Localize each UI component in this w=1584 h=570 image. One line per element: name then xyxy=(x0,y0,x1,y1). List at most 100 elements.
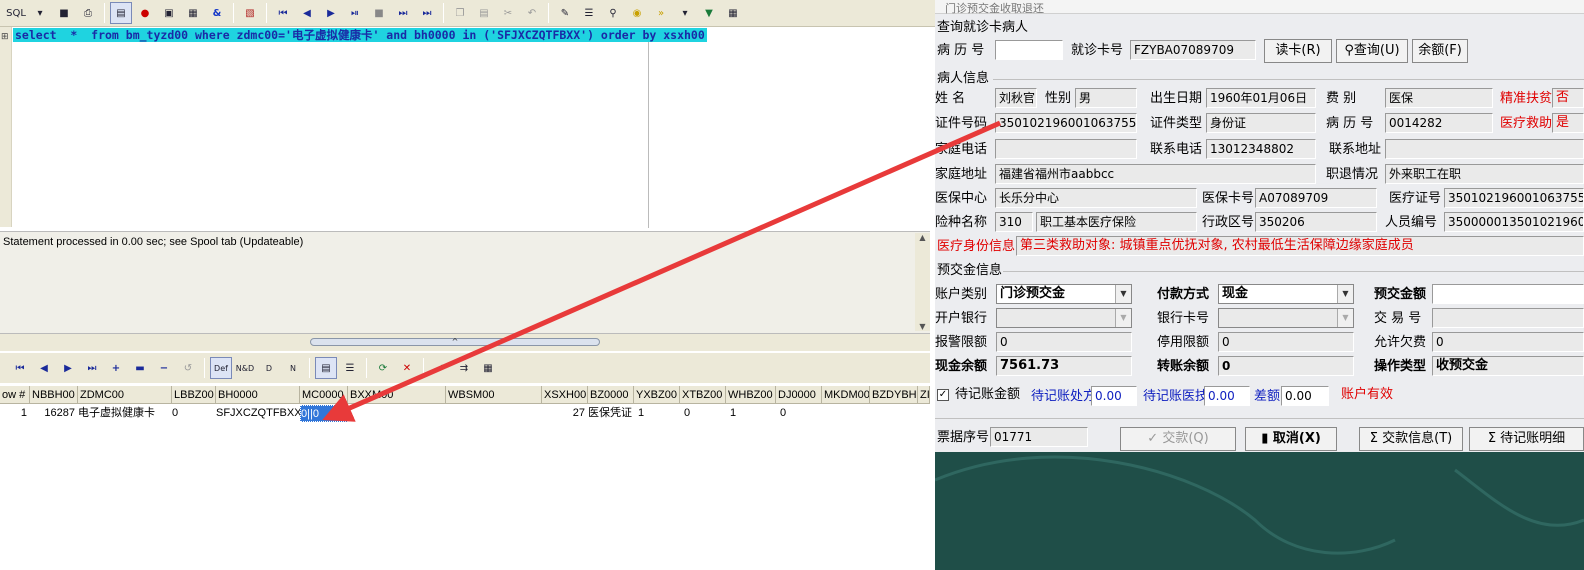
grid-cell[interactable]: 1 xyxy=(726,405,776,422)
column-header[interactable]: BZ0000 xyxy=(588,386,634,404)
column-header[interactable]: WBSM00 xyxy=(446,386,542,404)
commit-icon[interactable]: ▦ xyxy=(182,2,204,24)
nd-icon[interactable]: N&D xyxy=(234,357,256,379)
output-scrollbar[interactable]: ▲ ▼ xyxy=(915,233,930,331)
chevron-down-icon[interactable]: ▼ xyxy=(1115,285,1131,303)
grid-cell[interactable] xyxy=(446,405,542,422)
splitter-handle[interactable]: ^ xyxy=(310,338,600,346)
form-view-icon[interactable]: ☰ xyxy=(339,357,361,379)
column-header[interactable]: ZI xyxy=(918,386,930,404)
column-header[interactable]: ZDMC00 xyxy=(78,386,172,404)
ampersand-icon[interactable]: & xyxy=(206,2,228,24)
save-icon[interactable]: ■ xyxy=(53,2,75,24)
bankcard-select[interactable]: ▼ xyxy=(1218,308,1354,328)
d-icon[interactable]: D xyxy=(258,357,280,379)
cancel-button[interactable]: ▮ 取消(X) xyxy=(1245,427,1337,451)
grid-cell[interactable]: 1 xyxy=(634,405,680,422)
n-icon[interactable]: N xyxy=(282,357,304,379)
next-icon[interactable]: ⏭ xyxy=(392,2,414,24)
balance-button[interactable]: 余额(F) xyxy=(1412,39,1468,63)
clear-icon[interactable]: ✕ xyxy=(396,357,418,379)
bank-select[interactable]: ▼ xyxy=(996,308,1132,328)
column-header[interactable]: DJ0000 xyxy=(776,386,822,404)
mrn-input[interactable] xyxy=(995,40,1063,60)
column-header[interactable]: MC0000 xyxy=(300,386,348,404)
sql-statement[interactable]: select * from bm_tyzd00 where zdmc00='电子… xyxy=(13,28,707,42)
grid-cell[interactable]: 医保凭证 xyxy=(588,405,634,422)
grid-view-icon[interactable]: ▤ xyxy=(315,357,337,379)
column-header[interactable]: BXXM00 xyxy=(348,386,446,404)
dropdown-icon[interactable]: ▾ xyxy=(29,2,51,24)
revert-icon[interactable]: ↺ xyxy=(177,357,199,379)
chevron-down-icon[interactable]: ▼ xyxy=(1115,309,1131,327)
play-icon[interactable]: ▶ xyxy=(320,2,342,24)
query-button[interactable]: ⚲查询(U) xyxy=(1336,39,1408,63)
binocular-icon[interactable]: ⚲ xyxy=(602,2,624,24)
cut-icon[interactable]: ✂ xyxy=(497,2,519,24)
pending-detail-button[interactable]: Σ 待记账明细 xyxy=(1469,427,1584,451)
column-header[interactable]: BZDYBH xyxy=(870,386,918,404)
pending-tech-field[interactable]: 0.00 xyxy=(1204,386,1250,406)
insert-record-icon[interactable]: + xyxy=(105,357,127,379)
pending-checkbox[interactable]: ✓ xyxy=(937,389,949,401)
grid-cell[interactable]: 16287 xyxy=(30,405,78,422)
table-icon[interactable]: ▦ xyxy=(477,357,499,379)
grid-cell[interactable]: 电子虚拟健康卡 xyxy=(78,405,172,422)
grid-cell[interactable]: 1 xyxy=(0,405,30,422)
last-icon[interactable]: ⏭ xyxy=(416,2,438,24)
print-icon[interactable]: ⎙ xyxy=(77,2,99,24)
column-header[interactable]: NBBH00 xyxy=(30,386,78,404)
chevron-down-icon[interactable]: ▼ xyxy=(1337,285,1353,303)
column-header[interactable]: MKDM00 xyxy=(822,386,870,404)
brush-icon[interactable]: ✎ xyxy=(554,2,576,24)
sql-icon[interactable]: SQL xyxy=(5,2,27,24)
undo-icon[interactable]: ↶ xyxy=(521,2,543,24)
column-header[interactable]: LBBZ00 xyxy=(172,386,216,404)
spool-icon[interactable]: ▧ xyxy=(239,2,261,24)
post-record-icon[interactable]: ▬ xyxy=(129,357,151,379)
column-header[interactable]: XTBZ00 xyxy=(680,386,726,404)
dropdown-icon[interactable]: ▾ xyxy=(674,2,696,24)
list-icon[interactable]: ☰ xyxy=(578,2,600,24)
export-icon[interactable]: ⇉ xyxy=(453,357,475,379)
bulb-icon[interactable]: ◉ xyxy=(626,2,648,24)
read-card-button[interactable]: 读卡(R) xyxy=(1264,39,1332,63)
last-record-icon[interactable]: ⏭ xyxy=(81,357,103,379)
card-input[interactable]: FZYBA07089709 xyxy=(1130,40,1256,60)
delete-record-icon[interactable]: − xyxy=(153,357,175,379)
grid-cell[interactable]: 0 xyxy=(776,405,822,422)
next-record-icon[interactable]: ▶ xyxy=(57,357,79,379)
execute-icon[interactable]: ▤ xyxy=(110,2,132,24)
sql-editor[interactable] xyxy=(0,27,930,227)
paytype-select[interactable]: 现金 ▼ xyxy=(1218,284,1354,304)
column-header[interactable]: XSXH00 xyxy=(542,386,588,404)
def-icon[interactable]: Def xyxy=(210,357,232,379)
column-header[interactable]: YXBZ00 xyxy=(634,386,680,404)
grid-cell[interactable]: 0 xyxy=(172,405,216,422)
grid-cell[interactable] xyxy=(870,405,918,422)
acctype-select[interactable]: 门诊预交金 ▼ xyxy=(996,284,1132,304)
column-header[interactable]: WHBZ00 xyxy=(726,386,776,404)
grid-cell[interactable]: 0||0 xyxy=(300,405,348,422)
column-header[interactable]: ow # xyxy=(0,386,30,404)
arrow-icon[interactable]: » xyxy=(650,2,672,24)
prev-record-icon[interactable]: ◀ xyxy=(33,357,55,379)
grid-cell[interactable] xyxy=(348,405,446,422)
grid-icon[interactable]: ▦ xyxy=(722,2,744,24)
check-icon[interactable]: ✓ xyxy=(429,357,451,379)
grid-cell[interactable]: SFJXCZQTFBXX xyxy=(216,405,300,422)
diff-field[interactable]: 0.00 xyxy=(1281,386,1329,406)
explain-icon[interactable]: ▣ xyxy=(158,2,180,24)
stop-debug-icon[interactable]: ■ xyxy=(368,2,390,24)
prev-icon[interactable]: ◀ xyxy=(296,2,318,24)
refresh-icon[interactable]: ⟳ xyxy=(372,357,394,379)
step-icon[interactable]: ⏯ xyxy=(344,2,366,24)
first-record-icon[interactable]: ⏮ xyxy=(9,357,31,379)
grid-cell[interactable] xyxy=(822,405,870,422)
copy-icon[interactable]: ❐ xyxy=(449,2,471,24)
funnel-icon[interactable]: ▼ xyxy=(698,2,720,24)
depamount-input[interactable] xyxy=(1432,284,1584,304)
pending-rx-field[interactable]: 0.00 xyxy=(1091,386,1137,406)
grid-cell[interactable]: 0 xyxy=(680,405,726,422)
grid-cell[interactable] xyxy=(918,405,930,422)
